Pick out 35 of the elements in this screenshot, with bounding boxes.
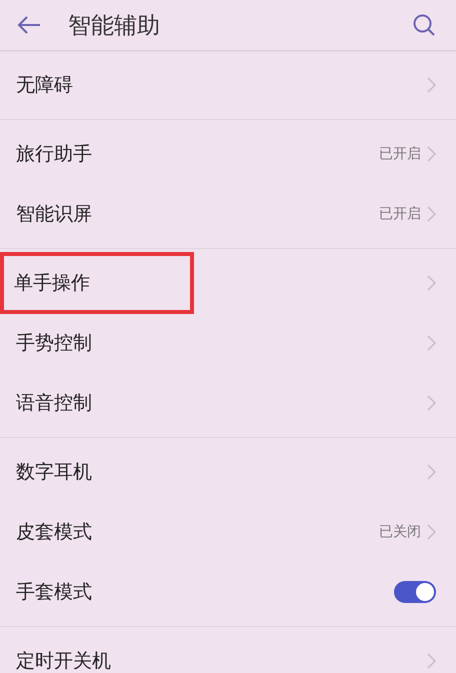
chevron-icon	[427, 395, 436, 411]
settings-row[interactable]: 手套模式	[0, 562, 456, 622]
settings-row[interactable]: 单手操作	[0, 253, 456, 313]
row-label: 数字耳机	[16, 460, 92, 485]
chevron-icon	[427, 464, 436, 480]
settings-row[interactable]: 数字耳机	[0, 442, 456, 502]
chevron-icon	[427, 275, 436, 291]
row-label: 语音控制	[16, 391, 92, 416]
back-arrow-icon[interactable]	[16, 14, 42, 36]
chevron-icon	[427, 653, 436, 669]
status-text: 已关闭	[379, 523, 421, 541]
settings-row[interactable]: 智能识屏 已开启	[0, 184, 456, 244]
row-label: 无障碍	[16, 73, 73, 98]
settings-row[interactable]: 语音控制	[0, 373, 456, 433]
settings-row[interactable]: 旅行助手 已开启	[0, 124, 456, 184]
row-label: 智能识屏	[16, 202, 92, 227]
toggle-switch[interactable]	[394, 581, 436, 603]
settings-row[interactable]: 无障碍	[0, 55, 456, 115]
page-title: 智能辅助	[68, 12, 161, 40]
settings-row[interactable]: 手势控制	[0, 313, 456, 373]
chevron-icon	[427, 524, 436, 540]
row-label: 手势控制	[16, 331, 92, 356]
row-label: 旅行助手	[16, 142, 92, 167]
chevron-icon	[427, 77, 436, 93]
chevron-icon	[427, 146, 436, 162]
chevron-icon	[427, 206, 436, 222]
status-text: 已开启	[379, 145, 421, 163]
row-label: 定时开关机	[16, 649, 111, 673]
chevron-icon	[427, 335, 436, 351]
search-icon[interactable]	[412, 13, 436, 37]
status-text: 已开启	[379, 205, 421, 223]
row-label: 手套模式	[16, 580, 92, 605]
settings-row[interactable]: 定时开关机	[0, 631, 456, 673]
row-label: 皮套模式	[16, 520, 92, 545]
settings-row[interactable]: 皮套模式 已关闭	[0, 502, 456, 562]
